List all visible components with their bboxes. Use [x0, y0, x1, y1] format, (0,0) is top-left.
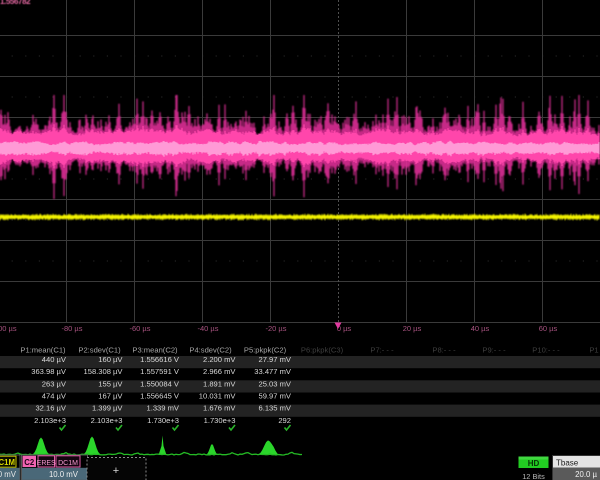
svg-text:2.103e+3: 2.103e+3 — [91, 416, 123, 425]
svg-text:167 µV: 167 µV — [98, 391, 123, 400]
svg-text:P9:- - -: P9:- - - — [482, 346, 506, 355]
svg-text:1.339 mV: 1.339 mV — [146, 404, 179, 413]
svg-text:HD: HD — [528, 459, 540, 468]
svg-text:-60 µs: -60 µs — [130, 324, 151, 333]
svg-text:2.966 mV: 2.966 mV — [203, 367, 236, 376]
svg-text:+: + — [113, 465, 119, 477]
svg-text:10.031 mV: 10.031 mV — [199, 391, 237, 400]
svg-text:C2: C2 — [24, 458, 35, 467]
svg-text:6.135 mV: 6.135 mV — [258, 404, 291, 413]
svg-text:P4:sdev(C2): P4:sdev(C2) — [189, 346, 232, 355]
svg-text:-20 µs: -20 µs — [266, 324, 287, 333]
svg-text:12 Bits: 12 Bits — [522, 472, 545, 480]
svg-text:DC1M: DC1M — [0, 458, 15, 467]
svg-text:10.0 mV: 10.0 mV — [49, 470, 79, 479]
svg-text:1.891 mV: 1.891 mV — [203, 379, 236, 388]
svg-text:59.97 mV: 59.97 mV — [258, 391, 291, 400]
svg-text:20 µs: 20 µs — [403, 324, 422, 333]
svg-text:1.676 mV: 1.676 mV — [203, 404, 236, 413]
svg-text:1.556616 V: 1.556616 V — [140, 355, 180, 364]
svg-text:1.556782: 1.556782 — [0, 0, 31, 6]
svg-text:Tbase: Tbase — [556, 458, 579, 467]
svg-text:1.399 µV: 1.399 µV — [92, 404, 123, 413]
svg-text:2.103e+3: 2.103e+3 — [34, 416, 66, 425]
svg-text:160 µV: 160 µV — [98, 355, 123, 364]
svg-text:P3:mean(C2): P3:mean(C2) — [132, 346, 178, 355]
svg-text:155 µV: 155 µV — [98, 379, 123, 388]
svg-text:P1:mean(C1): P1:mean(C1) — [20, 346, 66, 355]
svg-text:1.730e+3: 1.730e+3 — [147, 416, 179, 425]
svg-text:32.16 µV: 32.16 µV — [35, 404, 66, 413]
svg-text:158.308 µV: 158.308 µV — [84, 367, 124, 376]
svg-text:263 µV: 263 µV — [42, 379, 67, 388]
svg-text:-40 µs: -40 µs — [198, 324, 219, 333]
svg-text:292: 292 — [278, 416, 291, 425]
svg-text:DC1M: DC1M — [58, 460, 78, 467]
svg-text:20.0 µ: 20.0 µ — [575, 470, 597, 479]
svg-text:-100 µs: -100 µs — [0, 324, 17, 333]
svg-text:1.730e+3: 1.730e+3 — [204, 416, 236, 425]
svg-text:440 µV: 440 µV — [42, 355, 67, 364]
svg-text:1.550084 V: 1.550084 V — [140, 379, 180, 388]
svg-text:P2:sdev(C1): P2:sdev(C1) — [78, 346, 121, 355]
svg-text:2.200 mV: 2.200 mV — [203, 355, 236, 364]
svg-text:25.03 mV: 25.03 mV — [258, 379, 291, 388]
svg-text:60 µs: 60 µs — [539, 324, 558, 333]
svg-text:1.557591 V: 1.557591 V — [140, 367, 180, 376]
svg-text:1.556645 V: 1.556645 V — [140, 391, 180, 400]
svg-text:33.477 mV: 33.477 mV — [254, 367, 292, 376]
svg-text:-80 µs: -80 µs — [62, 324, 83, 333]
svg-text:0 mV: 0 mV — [0, 470, 17, 479]
svg-text:40 µs: 40 µs — [471, 324, 490, 333]
svg-text:27.97 mV: 27.97 mV — [258, 355, 291, 364]
svg-text:P1: P1 — [589, 346, 598, 355]
svg-text:ERES: ERES — [37, 460, 56, 467]
svg-text:P8:- - -: P8:- - - — [432, 346, 456, 355]
svg-text:P5:pkpk(C2): P5:pkpk(C2) — [244, 346, 287, 355]
svg-text:P7:- - -: P7:- - - — [370, 346, 394, 355]
svg-text:P6:pkpk(C3): P6:pkpk(C3) — [301, 346, 344, 355]
svg-text:474 µV: 474 µV — [42, 391, 67, 400]
svg-text:363.98 µV: 363.98 µV — [31, 367, 67, 376]
svg-text:P10:- - -: P10:- - - — [532, 346, 560, 355]
